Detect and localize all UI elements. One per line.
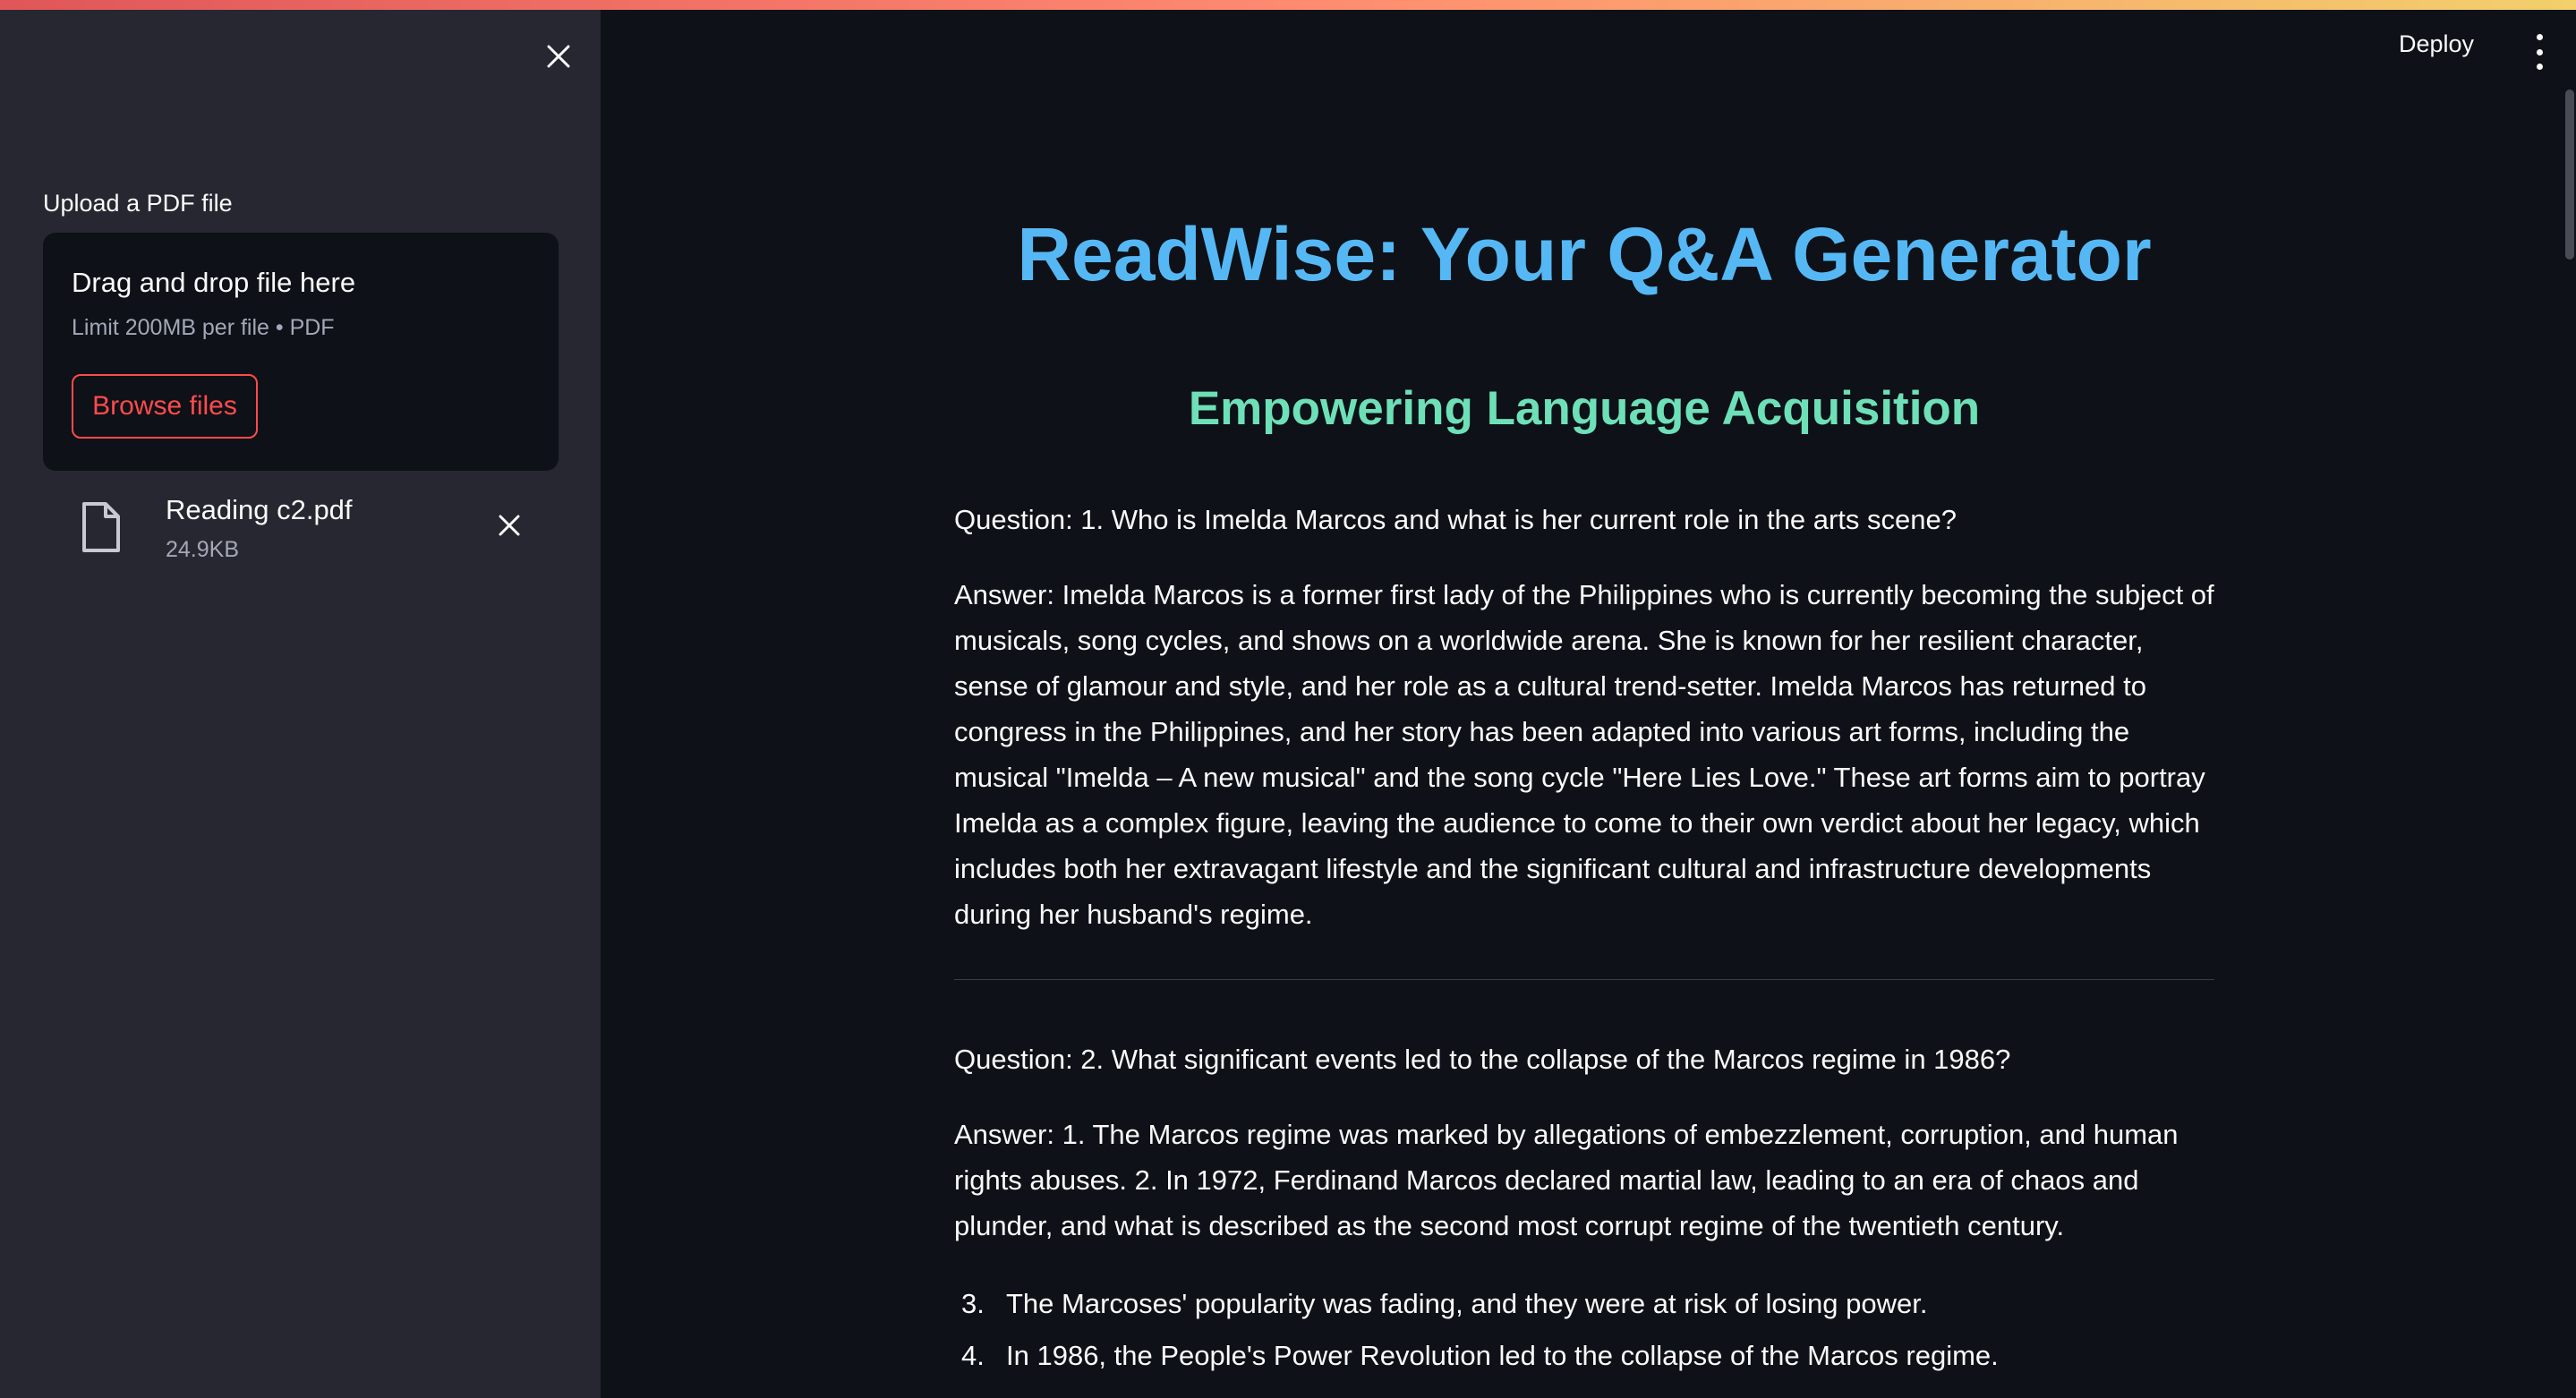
- list-item-number: 3.: [961, 1288, 985, 1319]
- more-vertical-icon: [2536, 34, 2543, 40]
- answer-1: Answer: Imelda Marcos is a former first …: [954, 579, 2214, 930]
- page-title: ReadWise: Your Q&A Generator: [1017, 212, 2152, 296]
- divider: [954, 979, 2214, 980]
- uploaded-file-row: Reading c2.pdf 24.9KB: [43, 490, 559, 571]
- list-item-text: The Marcoses' popularity was fading, and…: [1006, 1288, 1928, 1319]
- file-name: Reading c2.pdf: [166, 494, 353, 525]
- sidebar-close-button[interactable]: [540, 38, 577, 75]
- browse-files-button[interactable]: Browse files: [72, 374, 258, 439]
- list-item: 4. In 1986, the People's Power Revolutio…: [954, 1330, 2214, 1382]
- answer-2: Answer: 1. The Marcos regime was marked …: [954, 1119, 2179, 1241]
- list-item-number: 4.: [961, 1340, 985, 1371]
- main-content: ReadWise: Your Q&A Generator Empowering …: [954, 0, 2214, 1398]
- close-icon: [499, 515, 520, 536]
- question-1: Question: 1. Who is Imelda Marcos and wh…: [954, 504, 1957, 535]
- file-dropzone[interactable]: Drag and drop file here Limit 200MB per …: [43, 233, 559, 471]
- more-vertical-icon-dot: [2536, 64, 2543, 70]
- main-scrollbar[interactable]: [2565, 90, 2574, 260]
- close-icon: [547, 45, 570, 68]
- main-menu-button[interactable]: [2526, 34, 2553, 70]
- remove-file-button[interactable]: [490, 507, 528, 544]
- sidebar: Upload a PDF file Drag and drop file her…: [0, 0, 601, 1398]
- list-item: 3. The Marcoses' popularity was fading, …: [954, 1278, 2214, 1330]
- file-icon: [82, 502, 120, 552]
- upload-label: Upload a PDF file: [43, 190, 233, 217]
- answer-2-list: 3. The Marcoses' popularity was fading, …: [954, 1278, 2214, 1382]
- list-item-text: In 1986, the People's Power Revolution l…: [1006, 1340, 1999, 1371]
- dropzone-limit: Limit 200MB per file • PDF: [72, 315, 335, 340]
- page-subtitle: Empowering Language Acquisition: [1188, 382, 1981, 435]
- deploy-button[interactable]: Deploy: [2399, 30, 2474, 58]
- more-vertical-icon-dot: [2536, 48, 2543, 55]
- top-decoration-bar: [0, 0, 2576, 10]
- dropzone-title: Drag and drop file here: [72, 267, 356, 298]
- question-2: Question: 2. What significant events led…: [954, 1044, 2011, 1075]
- file-size: 24.9KB: [166, 537, 240, 562]
